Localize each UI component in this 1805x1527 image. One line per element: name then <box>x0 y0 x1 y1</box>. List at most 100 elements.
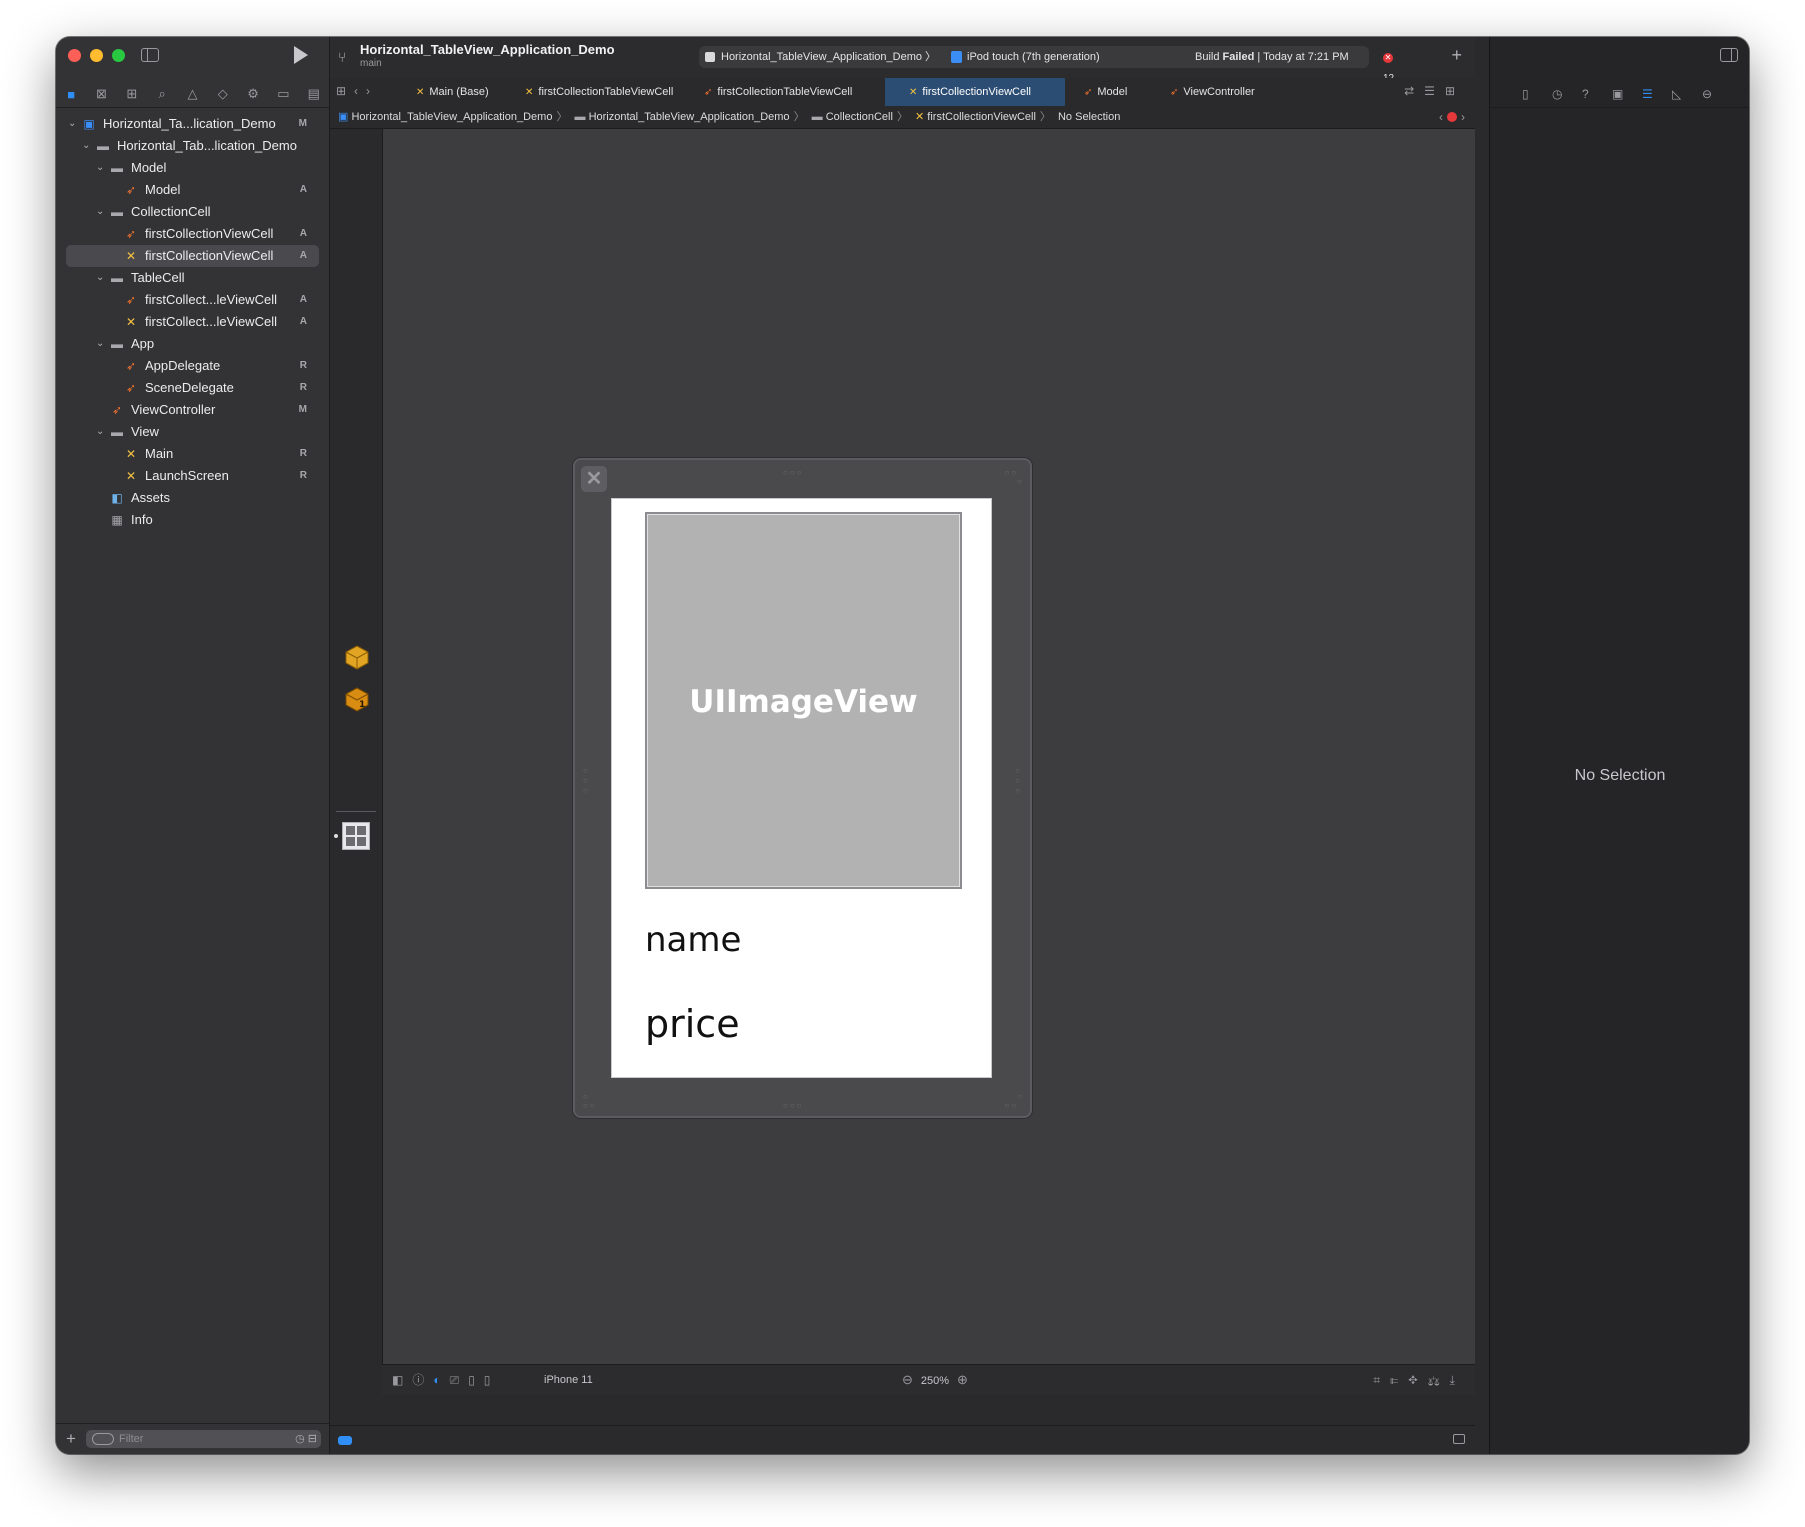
debug-icon[interactable]: ⚙ <box>244 86 262 102</box>
close-window-button[interactable] <box>68 49 81 62</box>
breadcrumb-item[interactable]: firstCollectionViewCell <box>927 111 1036 123</box>
test-icon[interactable]: ◇ <box>214 86 232 102</box>
source-control-icon[interactable]: ⊠ <box>92 86 110 102</box>
help-inspector-icon[interactable]: ? <box>1582 87 1589 101</box>
collection-view-cell-scene[interactable]: ✕ ○○○ ○○ ○ ○ ○ ○ ○ ○ ○ ○ ○○ ○○○ ○ ○○ UIImageVi… <box>573 458 1032 1118</box>
tab-first-collection-table-view-cell-xib[interactable]: ➶ firstCollectionTableViewCell <box>704 78 852 106</box>
chevron-down-icon[interactable]: ⌄ <box>82 135 92 157</box>
price-label[interactable]: price <box>645 1002 740 1046</box>
file-owner-cube-icon[interactable] <box>344 644 370 670</box>
chevron-down-icon[interactable]: ⌄ <box>96 421 106 443</box>
resize-handle-top-right[interactable]: ○○ ○ <box>1005 468 1025 486</box>
run-button[interactable] <box>294 46 308 64</box>
zoom-controls: ⊖ 250% ⊕ <box>894 1365 976 1396</box>
chevron-down-icon[interactable]: ⌄ <box>68 113 78 135</box>
tab-navigation-icons[interactable]: ⊞‹› <box>336 84 378 98</box>
resize-handle-bottom-left[interactable]: ○ ○○ <box>583 1092 597 1110</box>
tree-row-cell-swift[interactable]: ➶ firstCollectionViewCell A <box>56 223 329 245</box>
attributes-inspector-icon[interactable]: ☰ <box>1642 87 1653 101</box>
chevron-down-icon[interactable]: ⌄ <box>96 157 106 179</box>
tree-row-app-folder[interactable]: ⌄ ▬ App <box>56 333 329 355</box>
tree-row-info[interactable]: ▦ Info <box>56 509 329 531</box>
resize-handle-top[interactable]: ○○○ <box>783 468 804 477</box>
warning-icon[interactable]: △ <box>183 86 201 102</box>
chevron-down-icon[interactable]: ⌄ <box>96 267 106 289</box>
debug-toggle-button[interactable] <box>338 1436 352 1445</box>
device-config-button[interactable]: iPhone 11 <box>544 1365 593 1395</box>
zoom-out-icon[interactable]: ⊖ <box>902 1372 913 1387</box>
tab-view-controller[interactable]: ➶ ViewController <box>1170 78 1255 106</box>
tab-first-collection-view-cell[interactable]: ✕ firstCollectionViewCell <box>885 78 1065 106</box>
zoom-in-icon[interactable]: ⊕ <box>957 1372 968 1387</box>
breadcrumb-item[interactable]: Horizontal_TableView_Application_Demo <box>351 111 552 123</box>
image-view[interactable]: UIImageView <box>645 512 962 889</box>
tab-first-collection-table-view-cell-swift[interactable]: ✕ firstCollectionTableViewCell <box>525 78 673 106</box>
tree-row-tablecell-xib[interactable]: ✕ firstCollect...leViewCell A <box>56 311 329 333</box>
zoom-window-button[interactable] <box>112 49 125 62</box>
inspector-toggle-icon[interactable] <box>1720 48 1738 62</box>
search-icon[interactable]: ⌕ <box>153 86 171 102</box>
selection-dot <box>334 834 338 838</box>
add-file-button[interactable]: + <box>66 1429 76 1449</box>
filter-options-icon[interactable] <box>92 1433 114 1445</box>
resize-handle-left[interactable]: ○ ○ ○ <box>583 766 590 796</box>
tree-row-tablecell-folder[interactable]: ⌄ ▬ TableCell <box>56 267 329 289</box>
tree-row-scenedelegate[interactable]: ➶ SceneDelegate R <box>56 377 329 399</box>
debug-area-icon[interactable] <box>1453 1434 1465 1444</box>
connections-inspector-icon[interactable]: ⊖ <box>1702 87 1712 101</box>
editor-options-icons[interactable]: ⇄☰⊞ <box>1404 84 1465 98</box>
scm-badge: A <box>299 228 307 239</box>
breadcrumb-item[interactable]: No Selection <box>1058 111 1120 123</box>
tree-row-tablecell-swift[interactable]: ➶ firstCollect...leViewCell A <box>56 289 329 311</box>
report-icon[interactable]: ▤ <box>305 86 323 102</box>
breadcrumb-item[interactable]: CollectionCell <box>826 111 893 123</box>
breakpoint-icon[interactable]: ▭ <box>274 86 292 102</box>
resize-handle-bottom[interactable]: ○○○ <box>783 1101 804 1110</box>
storyboard-file-icon: ✕ <box>125 447 137 461</box>
device-icon <box>951 51 962 63</box>
library-plus-button[interactable]: + <box>1451 45 1462 66</box>
tree-row-model-file[interactable]: ➶ Model A <box>56 179 329 201</box>
resize-handle-right[interactable]: ○ ○ ○ <box>1015 766 1022 796</box>
symbol-icon[interactable]: ⊞ <box>123 86 141 102</box>
collection-view-cell[interactable]: UIImageView name price <box>611 498 992 1078</box>
device-selector[interactable]: iPod touch (7th generation) <box>967 46 1100 68</box>
interface-builder-canvas[interactable]: 1 ✕ ○○○ ○○ ○ ○ ○ ○ ○ ○ ○ ○ ○○ ○○○ ○ ○○ UIImage… <box>330 129 1475 1396</box>
tree-row-main-storyboard[interactable]: ✕ Main R <box>56 443 329 465</box>
sidebar-toggle-icon[interactable] <box>141 48 159 62</box>
close-scene-icon[interactable]: ✕ <box>581 466 607 492</box>
tree-row-model-folder[interactable]: ⌄ ▬ Model <box>56 157 329 179</box>
minimize-window-button[interactable] <box>90 49 103 62</box>
chevron-down-icon[interactable]: ⌄ <box>96 201 106 223</box>
name-label[interactable]: name <box>645 920 741 960</box>
identity-inspector-icon[interactable]: ▣ <box>1612 87 1623 101</box>
tree-row-view-folder[interactable]: ⌄ ▬ View <box>56 421 329 443</box>
tree-row-launchscreen[interactable]: ✕ LaunchScreen R <box>56 465 329 487</box>
tree-row-appdelegate[interactable]: ➶ AppDelegate R <box>56 355 329 377</box>
resize-handle-bottom-right[interactable]: ○ ○○ <box>1005 1092 1025 1110</box>
tree-row-viewcontroller[interactable]: ➶ ViewController M <box>56 399 329 421</box>
chevron-down-icon[interactable]: ⌄ <box>96 333 106 355</box>
issue-navigation[interactable]: ‹ › <box>1439 106 1465 128</box>
tree-row-assets[interactable]: ◧ Assets <box>56 487 329 509</box>
first-responder-cube-icon[interactable]: 1 <box>344 686 370 712</box>
filter-input[interactable]: Filter ◷ ⊟ <box>86 1430 321 1448</box>
history-inspector-icon[interactable]: ◷ <box>1552 87 1562 101</box>
file-inspector-icon[interactable]: ▯ <box>1522 87 1529 101</box>
tab-main-base[interactable]: ✕ Main (Base) <box>416 78 489 106</box>
tree-row-project[interactable]: ⌄ ▣ Horizontal_Ta...lication_Demo M <box>56 113 329 135</box>
canvas-display-options[interactable]: ◧ⓘ◐⎚▯▯ <box>392 1365 499 1395</box>
breadcrumb-item[interactable]: Horizontal_TableView_Application_Demo <box>589 111 790 123</box>
tab-model[interactable]: ➶ Model <box>1084 78 1127 106</box>
swift-file-icon: ➶ <box>111 403 123 417</box>
collection-cell-icon[interactable] <box>342 822 370 850</box>
folder-icon[interactable]: ■ <box>62 87 80 102</box>
error-icon <box>1447 112 1457 122</box>
layout-tools[interactable]: ⌗⊫✥⚖⤓ <box>1373 1365 1465 1395</box>
tree-row-group[interactable]: ⌄ ▬ Horizontal_Tab...lication_Demo <box>56 135 329 157</box>
size-inspector-icon[interactable]: ◺ <box>1672 87 1681 101</box>
tree-row-collectioncell-folder[interactable]: ⌄ ▬ CollectionCell <box>56 201 329 223</box>
scheme-selector[interactable]: Horizontal_TableView_Application_Demo 〉 <box>721 46 936 68</box>
tree-row-cell-xib-selected[interactable]: ✕ firstCollectionViewCell A <box>66 245 319 267</box>
recent-files-icon[interactable]: ◷ ⊟ <box>295 1430 317 1448</box>
